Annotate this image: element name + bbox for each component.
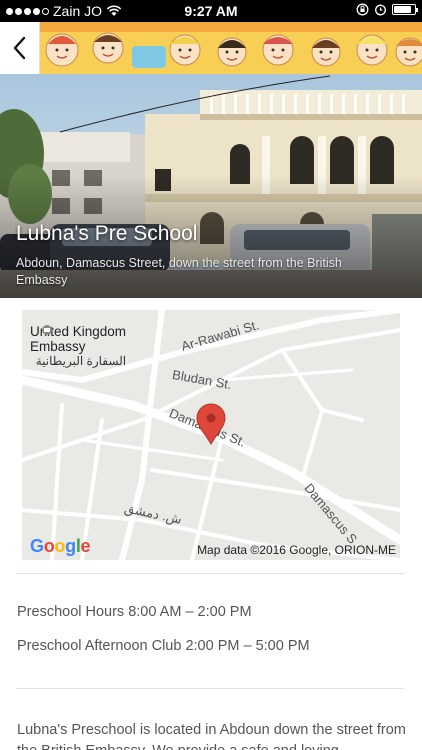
rotation-lock-icon xyxy=(356,3,369,16)
school-title: Lubna's Pre School xyxy=(16,222,198,245)
embassy-name-ar: السفارة البريطانية xyxy=(35,354,127,368)
map-attribution: Map data ©2016 Google, ORION-ME xyxy=(197,543,396,557)
afternoon-club-hours: Preschool Afternoon Club 2:00 PM – 5:00 … xyxy=(17,638,310,654)
children-banner-image xyxy=(40,22,422,74)
embassy-label: United Kingdom Embassy السفارة البريطاني… xyxy=(30,324,126,369)
back-button[interactable] xyxy=(0,22,40,74)
google-logo: Google xyxy=(30,536,91,556)
embassy-icon xyxy=(42,325,52,335)
preschool-hours: Preschool Hours 8:00 AM – 2:00 PM xyxy=(17,604,252,620)
chevron-left-icon xyxy=(13,36,25,60)
header-banner xyxy=(0,22,422,74)
divider-1 xyxy=(16,573,404,574)
location-map[interactable]: United Kingdom Embassy السفارة البريطاني… xyxy=(22,310,400,560)
divider-2 xyxy=(16,688,404,689)
location-pin-icon[interactable] xyxy=(194,402,228,446)
alarm-icon xyxy=(375,4,386,16)
school-address: Abdoun, Damascus Street, down the street… xyxy=(16,256,342,287)
school-photo: Lubna's Pre School Abdoun, Damascus Stre… xyxy=(0,74,422,298)
school-description: Lubna's Preschool is located in Abdoun d… xyxy=(17,722,406,750)
status-bar: Zain JO 9:27 AM xyxy=(0,0,422,22)
status-icons xyxy=(356,3,418,16)
battery-icon xyxy=(392,4,418,15)
